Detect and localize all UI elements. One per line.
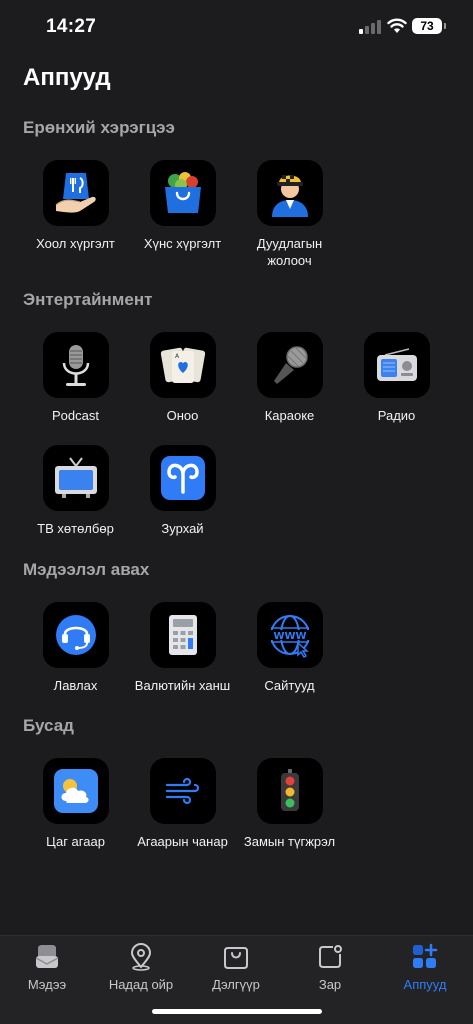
tab-label: Зар: [318, 977, 342, 992]
tab-label: Надад ойр: [108, 977, 174, 992]
tab-nearby[interactable]: Надад ойр: [94, 942, 188, 992]
app-weather[interactable]: Цаг агаар: [22, 758, 129, 850]
app-label: Оноо: [166, 408, 199, 423]
app-label: Замын түгжрэл: [243, 834, 336, 849]
status-time: 14:27: [46, 16, 97, 37]
app-label: ТВ хөтөлбөр: [37, 521, 114, 536]
svg-text:WWW: WWW: [273, 631, 306, 642]
tab-news[interactable]: Мэдээ: [0, 942, 94, 992]
section-title-other: Бусад: [23, 716, 74, 735]
tab-label: Аппууд: [403, 977, 447, 992]
home-indicator: [152, 1009, 322, 1014]
app-label: Цаг агаар: [46, 834, 105, 849]
app-label: Хоол хүргэлт: [36, 236, 115, 251]
page-title: Аппууд: [23, 64, 111, 91]
app-directory[interactable]: Лавлах: [22, 602, 129, 694]
shopping-bag-icon: [221, 942, 251, 972]
app-air-quality[interactable]: Агаарын чанар: [129, 758, 236, 850]
location-pin-icon: [126, 942, 156, 972]
app-food-delivery[interactable]: Хоол хүргэлт: [22, 160, 129, 252]
tab-label: Дэлгүүр: [212, 977, 260, 992]
weather-icon: [42, 758, 109, 824]
karaoke-mic-icon: [256, 332, 323, 398]
section-title-entertainment: Энтертайнмент: [23, 290, 153, 309]
apps-grid-icon: [410, 942, 440, 972]
app-label: Хүнс хүргэлт: [143, 236, 222, 251]
app-podcast[interactable]: Podcast: [22, 332, 129, 424]
traffic-light-icon: [256, 758, 323, 824]
food-delivery-icon: [42, 160, 109, 226]
tab-apps[interactable]: Аппууд: [378, 942, 472, 992]
app-grocery-delivery[interactable]: Хүнс хүргэлт: [129, 160, 236, 252]
playing-cards-icon: A: [149, 332, 216, 398]
wind-icon: [149, 758, 216, 824]
app-radio[interactable]: Радио: [343, 332, 450, 424]
tab-label: Мэдээ: [27, 977, 67, 992]
app-label: Лавлах: [53, 678, 98, 693]
app-label: Зурхай: [161, 521, 204, 536]
aries-icon: [149, 445, 216, 511]
app-horoscope[interactable]: Зурхай: [129, 445, 236, 537]
cellular-signal-icon: [359, 20, 381, 34]
app-label: Радио: [377, 408, 416, 423]
calculator-icon: [149, 602, 216, 668]
app-label: Агаарын чанар: [137, 834, 228, 849]
headset-icon: [42, 602, 109, 668]
app-websites[interactable]: WWW Сайтууд: [236, 602, 343, 694]
app-karaoke[interactable]: Караоке: [236, 332, 343, 424]
grocery-bag-icon: [149, 160, 216, 226]
app-cards[interactable]: A Оноо: [129, 332, 236, 424]
radio-icon: [363, 332, 430, 398]
app-label: Дуудлагын жолооч: [256, 236, 323, 268]
battery-indicator: 73: [412, 18, 446, 34]
section-title-general: Ерөнхий хэрэгцээ: [23, 118, 175, 137]
app-tv-guide[interactable]: ТВ хөтөлбөр: [22, 445, 129, 537]
section-title-information: Мэдээлэл авах: [23, 560, 150, 579]
tab-shop[interactable]: Дэлгүүр: [189, 942, 283, 992]
app-label: Валютийн ханш: [134, 678, 231, 693]
status-bar: 14:27 73: [0, 0, 473, 54]
ads-icon: [315, 942, 345, 972]
wifi-icon: [387, 18, 407, 33]
app-traffic[interactable]: Замын түгжрэл: [236, 758, 343, 850]
www-icon: WWW: [256, 602, 323, 668]
tab-ads[interactable]: Зар: [283, 942, 377, 992]
app-exchange-rate[interactable]: Валютийн ханш: [129, 602, 236, 694]
app-label: Podcast: [52, 408, 99, 423]
microphone-icon: [42, 332, 109, 398]
app-label: Караоке: [264, 408, 315, 423]
app-label: Сайтууд: [264, 678, 315, 693]
driver-icon: [256, 160, 323, 226]
app-driver-call[interactable]: Дуудлагын жолооч: [236, 160, 343, 269]
tv-icon: [42, 445, 109, 511]
news-icon: [32, 942, 62, 972]
